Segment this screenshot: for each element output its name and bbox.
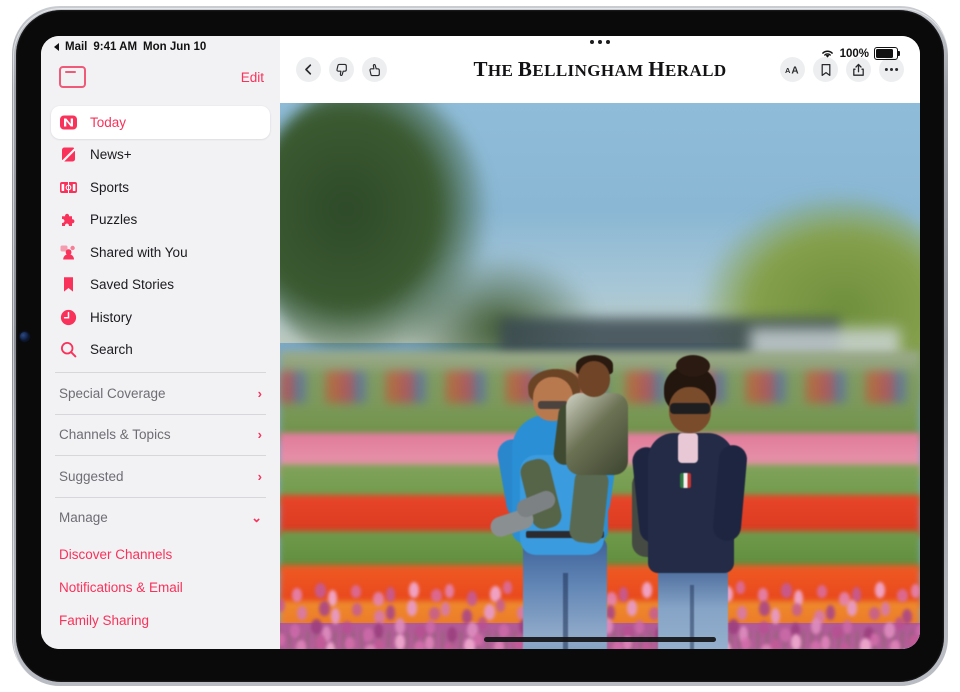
sports-icon — [59, 178, 78, 197]
sidebar-section-suggested[interactable]: Suggested › — [41, 456, 280, 497]
sidebar-section-channels-topics[interactable]: Channels & Topics › — [41, 414, 280, 455]
masthead-word1-cap: T — [473, 57, 487, 81]
chevron-right-icon[interactable]: › — [258, 469, 262, 484]
article-hero-photo — [280, 103, 920, 649]
section-label: Manage — [59, 510, 108, 525]
sidebar-item-history[interactable]: History — [51, 301, 270, 334]
save-story-button[interactable] — [813, 57, 838, 82]
new-folder-icon[interactable] — [59, 66, 86, 88]
status-bar-left: Mail 9:41 AM Mon Jun 10 — [41, 36, 293, 58]
masthead-word1: HE — [488, 61, 513, 80]
camera-lens — [20, 332, 29, 341]
more-options-button[interactable] — [879, 57, 904, 82]
back-to-app-icon[interactable] — [54, 43, 59, 51]
masthead-word2-cap: B — [518, 57, 532, 81]
thumbs-down-icon — [335, 63, 349, 77]
sidebar-item-saved-stories[interactable]: Saved Stories — [51, 269, 270, 302]
ipad-device: Mail 9:41 AM Mon Jun 10 100% Edit — [0, 0, 960, 692]
sidebar: Edit Today — [41, 36, 281, 649]
battery-percent-label: 100% — [840, 48, 869, 60]
sidebar-link-discover-channels[interactable]: Discover Channels — [41, 538, 280, 571]
sidebar-item-puzzles[interactable]: Puzzles — [51, 204, 270, 237]
sidebar-section-special-coverage[interactable]: Special Coverage › — [41, 373, 280, 414]
sidebar-item-sports[interactable]: Sports — [51, 171, 270, 204]
share-icon — [852, 63, 865, 77]
news-plus-icon — [59, 145, 78, 164]
sidebar-item-label: Today — [90, 115, 126, 130]
sidebar-item-news-plus[interactable]: News+ — [51, 139, 270, 172]
chevron-right-icon[interactable]: › — [258, 386, 262, 401]
status-date: Mon Jun 10 — [143, 41, 206, 53]
status-back-app-label[interactable]: Mail — [65, 41, 87, 53]
battery-icon — [874, 47, 898, 60]
masthead-word3: ERALD — [665, 61, 727, 80]
sidebar-item-label: Shared with You — [90, 245, 188, 260]
edit-button[interactable]: Edit — [241, 70, 264, 85]
sidebar-link-family-sharing[interactable]: Family Sharing — [41, 604, 280, 637]
sidebar-nav: Today News+ — [41, 106, 280, 366]
section-label: Suggested — [59, 469, 124, 484]
apple-news-icon — [59, 113, 78, 132]
sidebar-item-label: News+ — [90, 147, 132, 162]
home-indicator[interactable] — [484, 637, 716, 642]
publication-masthead: THE BELLINGHAM HERALD — [473, 57, 726, 82]
photo-child-head — [578, 361, 610, 397]
sidebar-item-label: Saved Stories — [90, 277, 174, 292]
dislike-button[interactable] — [329, 57, 354, 82]
masthead-word2: ELLINGHAM — [532, 61, 643, 80]
photo-woman-hair-bun — [676, 355, 710, 377]
bookmark-icon — [820, 63, 832, 77]
share-button[interactable] — [846, 57, 871, 82]
photo-woman-flag-patch — [680, 473, 691, 488]
chevron-down-icon[interactable]: ⌄ — [251, 510, 262, 526]
sidebar-link-notifications-email[interactable]: Notifications & Email — [41, 571, 280, 604]
sidebar-section-manage[interactable]: Manage ⌄ — [41, 497, 280, 538]
sidebar-item-label: Search — [90, 342, 133, 357]
ipad-screen: Mail 9:41 AM Mon Jun 10 100% Edit — [41, 36, 920, 649]
search-icon — [59, 340, 78, 359]
link-label: Family Sharing — [59, 613, 149, 628]
sidebar-item-label: Puzzles — [90, 212, 137, 227]
back-button[interactable] — [296, 57, 321, 82]
photo-woman-inner-shirt — [678, 433, 698, 463]
toolbar-left-group — [296, 57, 387, 82]
status-bar-right: 100% — [820, 47, 898, 60]
section-label: Channels & Topics — [59, 427, 171, 442]
like-button[interactable] — [362, 57, 387, 82]
clock-icon — [59, 308, 78, 327]
photo-child-jacket — [566, 393, 628, 475]
sidebar-item-search[interactable]: Search — [51, 334, 270, 367]
chevron-right-icon[interactable]: › — [258, 427, 262, 442]
link-label: Discover Channels — [59, 547, 172, 562]
thumbs-up-icon — [368, 63, 382, 77]
sidebar-item-label: Sports — [90, 180, 129, 195]
bookmark-icon — [59, 275, 78, 294]
puzzle-piece-icon — [59, 210, 78, 229]
text-size-button[interactable]: A A — [780, 57, 805, 82]
masthead-word3-cap: H — [648, 57, 665, 81]
status-time: 9:41 AM — [93, 41, 137, 53]
svg-text:A: A — [791, 66, 798, 77]
link-label: Notifications & Email — [59, 580, 183, 595]
ellipsis-icon — [884, 67, 899, 72]
shared-with-you-icon — [59, 243, 78, 262]
wifi-icon — [820, 48, 835, 59]
text-size-icon: A A — [785, 63, 801, 76]
chevron-left-icon — [302, 63, 315, 76]
toolbar-right-group: A A — [780, 57, 904, 82]
sidebar-item-label: History — [90, 310, 132, 325]
article-pane: THE BELLINGHAM HERALD A A — [280, 36, 920, 649]
multitasking-dots-icon[interactable] — [590, 40, 610, 44]
sidebar-item-shared-with-you[interactable]: Shared with You — [51, 236, 270, 269]
photo-woman-sunglasses — [670, 403, 710, 414]
section-label: Special Coverage — [59, 386, 166, 401]
sidebar-item-today[interactable]: Today — [51, 106, 270, 139]
svg-text:A: A — [785, 66, 791, 75]
